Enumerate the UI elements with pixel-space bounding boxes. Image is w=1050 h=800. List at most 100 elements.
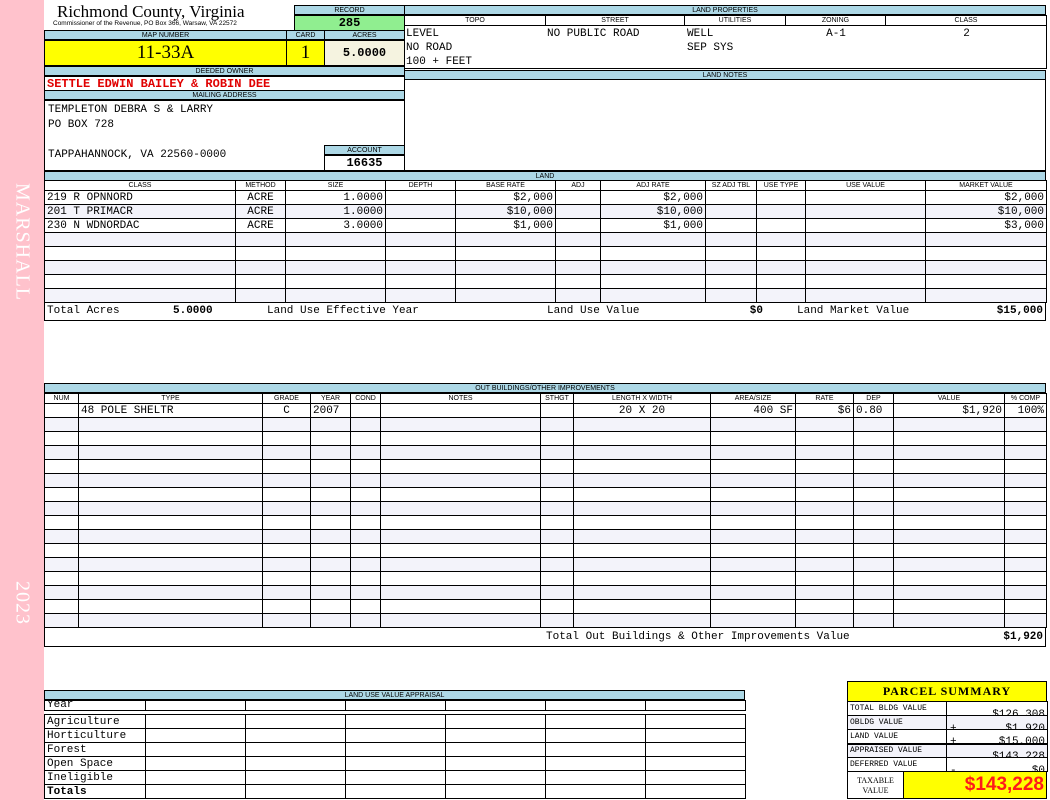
land-use-year-row: Year: [44, 700, 746, 711]
outbuilding-cell: [310, 529, 351, 544]
outbuilding-cell: [350, 543, 381, 558]
outbuilding-cell: [78, 529, 263, 544]
outbuilding-cell: [893, 501, 1005, 516]
outbuilding-cell: [44, 585, 79, 600]
page-title: Richmond County, Virginia: [57, 2, 245, 21]
land-cell: $2,000: [600, 190, 706, 205]
outbuilding-cell: [262, 431, 311, 446]
land-use-year-label: Year: [44, 700, 146, 711]
outbuilding-cell: [710, 571, 796, 586]
outbuilding-cell: [78, 585, 263, 600]
outbuilding-row: [44, 529, 1047, 544]
outbuilding-cell: [1004, 557, 1047, 572]
outbuilding-cell: $1,920: [893, 403, 1005, 418]
outbuilding-cell: [573, 571, 711, 586]
outbuilding-cell: [262, 585, 311, 600]
land-use-effective-year-label: Land Use Effective Year: [267, 305, 419, 317]
outbuilding-cell: [795, 585, 854, 600]
summary-label: APPRAISED VALUE: [847, 742, 947, 758]
land-use-value: $0: [749, 305, 763, 317]
land-cell: [455, 232, 556, 247]
land-cell: [925, 232, 1047, 247]
outbuilding-cell: [78, 417, 263, 432]
land-header-row: CLASS METHOD SIZE DEPTH BASE RATE ADJ ADJ RATE…: [44, 180, 1047, 191]
outbuilding-cell: [795, 543, 854, 558]
outbuilding-cell: [710, 445, 796, 460]
land-cell: [285, 274, 386, 289]
land-cell: [44, 274, 236, 289]
summary-operator: +: [950, 722, 957, 730]
outbuilding-cell: [540, 417, 574, 432]
outbuilding-cell: [78, 487, 263, 502]
land-cell: [756, 246, 806, 261]
land-cell: $2,000: [455, 190, 556, 205]
land-use-year-cell: [445, 700, 546, 711]
outbuilding-cell: [795, 571, 854, 586]
outbuilding-row: [44, 585, 1047, 600]
land-cell: [805, 288, 926, 303]
outbuilding-cell: [573, 417, 711, 432]
outbuildings-col-header: COND: [350, 393, 381, 404]
land-use-cell: [545, 756, 646, 771]
land-cell: [235, 232, 286, 247]
land-row: [44, 232, 1047, 247]
outbuilding-cell: [350, 459, 381, 474]
outbuilding-cell: [573, 585, 711, 600]
outbuilding-cell: [893, 487, 1005, 502]
outbuilding-cell: 2007: [310, 403, 351, 418]
land-cell: 201 T PRIMACR: [44, 204, 236, 219]
land-use-row-label: Ineligible: [44, 770, 146, 785]
land-totals-row: Total Acres 5.0000 Land Use Effective Ye…: [44, 302, 1046, 321]
land-properties-label: LAND PROPERTIES: [404, 5, 1046, 15]
outbuilding-cell: [710, 459, 796, 474]
summary-label: TOTAL BLDG VALUE: [847, 701, 947, 716]
outbuildings-col-header: % COMP: [1004, 393, 1047, 404]
land-cell: [705, 274, 757, 289]
outbuilding-cell: [795, 599, 854, 614]
outbuilding-cell: [262, 445, 311, 460]
outbuilding-cell: [853, 431, 894, 446]
land-row: [44, 274, 1047, 289]
outbuilding-cell: [710, 599, 796, 614]
outbuilding-row: 48 POLE SHELTR C 2007 20 X 20 400 SF $6 0.80 $1…: [44, 403, 1047, 418]
summary-row: APPRAISED VALUE $143,228: [847, 742, 1048, 758]
land-cell: [555, 246, 601, 261]
outbuilding-cell: [262, 599, 311, 614]
outbuilding-cell: [1004, 487, 1047, 502]
land-use-cell: [145, 770, 246, 785]
outbuilding-cell: [893, 543, 1005, 558]
land-cell: [805, 204, 926, 219]
land-use-year-cell: [245, 700, 346, 711]
outbuilding-cell: [44, 487, 79, 502]
outbuilding-cell: [44, 459, 79, 474]
summary-value: $126,308: [992, 708, 1045, 716]
outbuilding-cell: [310, 585, 351, 600]
outbuilding-cell: [540, 501, 574, 516]
outbuilding-cell: [853, 543, 894, 558]
summary-value: $15,000: [998, 736, 1045, 744]
outbuilding-cell: [893, 417, 1005, 432]
land-cell: [705, 246, 757, 261]
outbuilding-cell: [573, 445, 711, 460]
land-use-row: Open Space: [44, 756, 746, 771]
land-row: [44, 246, 1047, 261]
outbuilding-cell: [310, 473, 351, 488]
outbuilding-cell: [1004, 529, 1047, 544]
land-col-header: ADJ: [555, 180, 601, 191]
land-cell: [385, 232, 456, 247]
land-use-year-cell: [645, 700, 746, 711]
land-col-header: USE VALUE: [805, 180, 926, 191]
outbuilding-row: [44, 613, 1047, 628]
land-cell: [756, 218, 806, 233]
sidebar: MARSHALL 2023: [0, 0, 44, 800]
outbuilding-cell: [310, 571, 351, 586]
outbuilding-cell: 400 SF: [710, 403, 796, 418]
outbuilding-cell: [78, 459, 263, 474]
outbuilding-cell: [573, 431, 711, 446]
outbuilding-cell: [893, 515, 1005, 530]
land-use-cell: [145, 714, 246, 729]
topo-value: NO ROAD: [406, 42, 453, 54]
outbuilding-row: [44, 543, 1047, 558]
land-use-row: Totals: [44, 784, 746, 799]
land-cell: [555, 274, 601, 289]
